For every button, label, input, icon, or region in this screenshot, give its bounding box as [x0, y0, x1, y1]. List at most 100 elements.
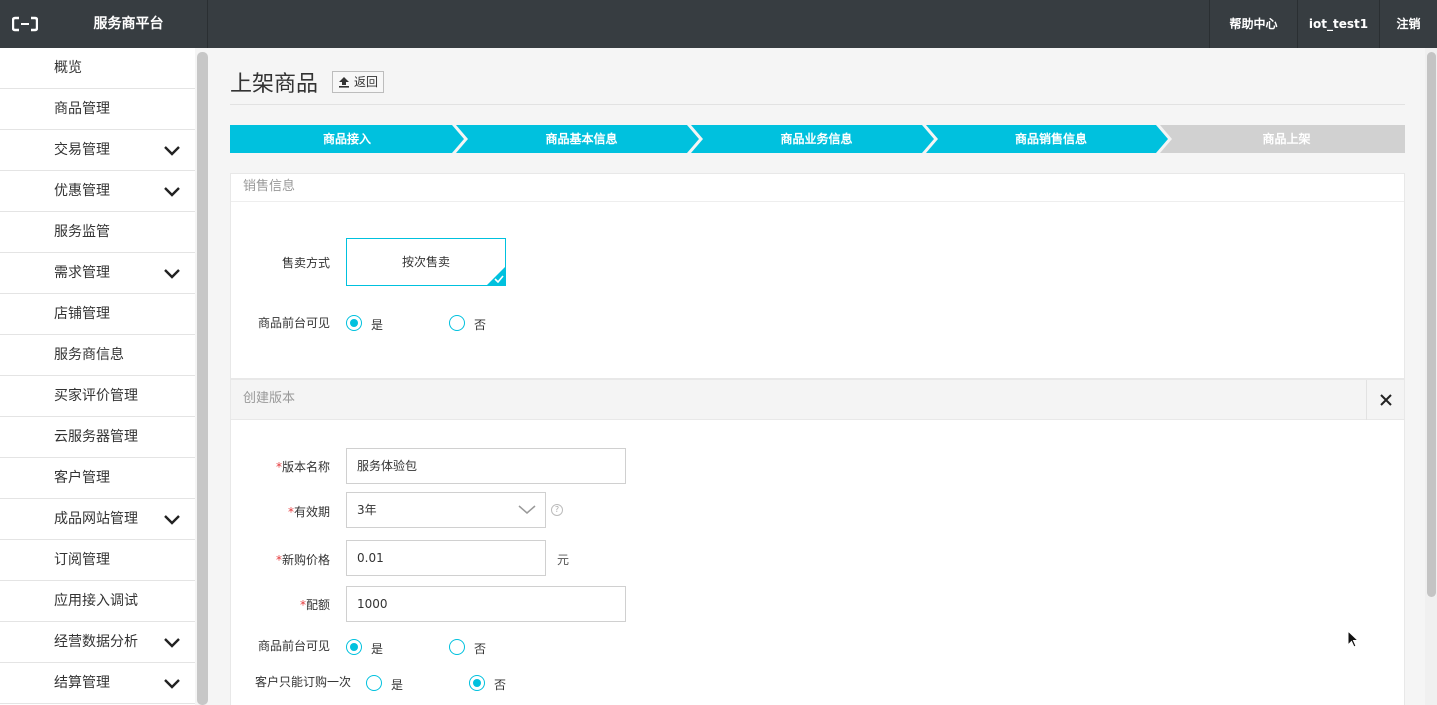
buy-once-yes-radio[interactable]	[366, 675, 382, 691]
sales-visible-yes-label: 是	[371, 318, 384, 332]
sidebar-item[interactable]: 订阅管理	[0, 540, 195, 581]
price-label: *新购价格	[250, 551, 330, 568]
quota-label-text: 配额	[305, 598, 330, 612]
page-title: 上架商品	[230, 72, 319, 97]
logout-link[interactable]: 注销	[1379, 0, 1437, 48]
check-icon	[494, 275, 504, 283]
chevron-down-icon	[164, 146, 180, 156]
sidebar-item[interactable]: 成品网站管理	[0, 499, 195, 540]
buy-once-label: 客户只能订购一次	[254, 675, 351, 689]
sidebar-item[interactable]: 需求管理	[0, 253, 195, 294]
chevron-down-icon	[164, 638, 180, 648]
step-4: 商品销售信息	[1014, 132, 1087, 146]
chevron-down-icon	[164, 269, 180, 279]
sidebar-item-label: 订阅管理	[54, 552, 110, 568]
price-input[interactable]: 0.01	[346, 540, 546, 576]
title-divider	[230, 104, 1405, 105]
validity-label: *有效期	[250, 503, 330, 520]
sales-visible-label: 商品前台可见	[257, 316, 330, 330]
buy-once-no-radio[interactable]	[469, 675, 485, 691]
quota-label: *配额	[250, 596, 330, 613]
version-visible-label: 商品前台可见	[257, 639, 330, 653]
version-name-input[interactable]: 服务体验包	[346, 448, 626, 484]
price-label-text: 新购价格	[281, 553, 330, 567]
sidebar-item-label: 服务监管	[54, 224, 110, 240]
top-bar: 服务商平台 帮助中心 iot_test1 注销	[0, 0, 1437, 48]
sidebar-item[interactable]: 服务商信息	[0, 335, 195, 376]
close-version-button[interactable]	[1366, 380, 1404, 420]
create-version-heading: 创建版本	[231, 380, 1404, 420]
sidebar-item[interactable]: 云服务器管理	[0, 417, 195, 458]
sidebar-item-label: 买家评价管理	[54, 388, 138, 404]
version-name-label-text: 版本名称	[281, 460, 330, 474]
price-unit: 元	[557, 553, 570, 567]
sales-visible-yes-radio[interactable]	[346, 315, 362, 331]
sidebar-item-label: 概览	[54, 60, 82, 76]
back-button-label: 返回	[354, 75, 379, 89]
sidebar-item-label: 应用接入调试	[54, 593, 138, 609]
top-right-nav: 帮助中心 iot_test1 注销	[1209, 0, 1437, 48]
user-name-link[interactable]: iot_test1	[1297, 0, 1379, 48]
sidebar-item[interactable]: 交易管理	[0, 130, 195, 171]
step-1: 商品接入	[322, 132, 371, 146]
sidebar-item-label: 结算管理	[54, 675, 110, 691]
sale-method-label: 售卖方式	[281, 256, 330, 270]
help-center-link[interactable]: 帮助中心	[1209, 0, 1297, 48]
mouse-cursor-icon	[1347, 630, 1360, 648]
create-version-title: 创建版本	[243, 391, 296, 406]
sales-visible-no-label: 否	[474, 318, 487, 332]
sidebar-item-label: 云服务器管理	[54, 429, 138, 445]
validity-value: 3年	[357, 503, 377, 517]
sidebar-item[interactable]: 经营数据分析	[0, 622, 195, 663]
quota-input[interactable]: 1000	[346, 586, 626, 622]
buy-once-yes-label: 是	[391, 678, 404, 692]
step-5: 商品上架	[1262, 132, 1311, 146]
sidebar-item[interactable]: 店铺管理	[0, 294, 195, 335]
help-icon[interactable]: ?	[551, 504, 563, 516]
step-3: 商品业务信息	[780, 132, 853, 146]
sale-method-option[interactable]: 按次售卖	[346, 238, 506, 286]
sidebar-item-label: 服务商信息	[54, 347, 124, 363]
chevron-down-icon	[164, 187, 180, 197]
sidebar-item[interactable]: 商品管理	[0, 89, 195, 130]
sidebar-item-label: 经营数据分析	[54, 634, 138, 650]
sidebar-item[interactable]: 应用接入调试	[0, 581, 195, 622]
sidebar-item[interactable]: 优惠管理	[0, 171, 195, 212]
sidebar-item-label: 商品管理	[54, 101, 110, 117]
validity-select[interactable]: 3年	[346, 492, 546, 528]
step-progress: 商品接入 商品基本信息 商品业务信息 商品销售信息 商品上架	[230, 125, 1405, 153]
logo-icon[interactable]	[0, 0, 50, 48]
sidebar-item[interactable]: 客户管理	[0, 458, 195, 499]
sidebar-scrollbar[interactable]	[197, 52, 208, 705]
chevron-down-icon	[164, 515, 180, 525]
sidebar-item[interactable]: 买家评价管理	[0, 376, 195, 417]
sidebar-item-label: 客户管理	[54, 470, 110, 486]
sidebar-item-label: 店铺管理	[54, 306, 110, 322]
version-visible-yes-label: 是	[371, 642, 384, 656]
version-visible-yes-radio[interactable]	[346, 639, 362, 655]
sidebar-item-label: 交易管理	[54, 142, 110, 158]
upload-icon	[339, 77, 349, 88]
sales-info-heading: 销售信息	[231, 174, 1404, 202]
version-name-label: *版本名称	[250, 458, 330, 475]
version-visible-no-label: 否	[474, 642, 487, 656]
close-icon	[1379, 394, 1392, 406]
main-scrollbar[interactable]	[1427, 52, 1436, 597]
sidebar-item-label: 优惠管理	[54, 183, 110, 199]
sidebar-item-label: 需求管理	[54, 265, 110, 281]
buy-once-no-label: 否	[494, 678, 507, 692]
sidebar-item[interactable]: 概览	[0, 48, 195, 89]
sidebar-item[interactable]: 服务监管	[0, 212, 195, 253]
validity-label-text: 有效期	[293, 505, 330, 519]
chevron-down-icon	[164, 679, 180, 689]
sales-visible-no-radio[interactable]	[449, 315, 465, 331]
sidebar-item[interactable]: 结算管理	[0, 663, 195, 704]
sidebar: 概览商品管理交易管理优惠管理服务监管需求管理店铺管理服务商信息买家评价管理 云服务…	[0, 48, 195, 705]
sale-method-value: 按次售卖	[401, 255, 450, 269]
back-button[interactable]: 返回	[332, 71, 384, 93]
sidebar-item-label: 成品网站管理	[54, 511, 138, 527]
chevron-down-icon	[518, 505, 536, 514]
brand-title[interactable]: 服务商平台	[50, 0, 208, 48]
version-visible-no-radio[interactable]	[449, 639, 465, 655]
step-2: 商品基本信息	[545, 132, 618, 146]
